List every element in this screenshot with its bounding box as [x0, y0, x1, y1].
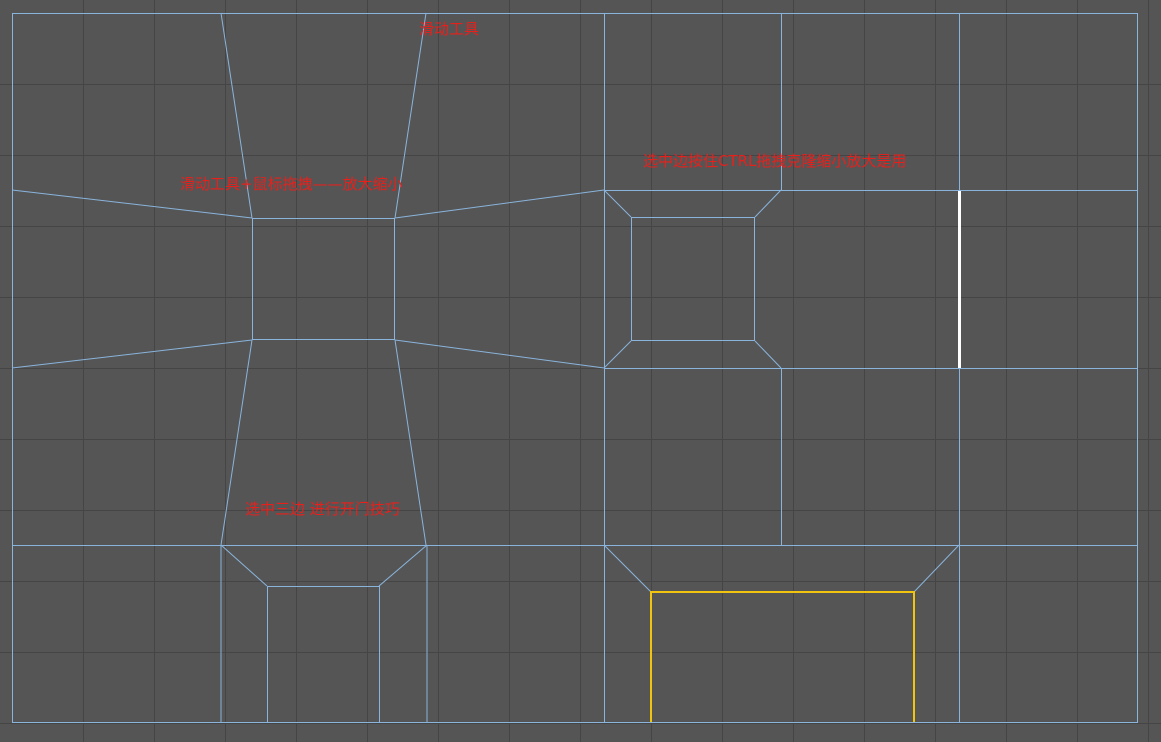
note-slide-drag-scale: 滑动工具+鼠标拖拽——放大缩小: [180, 175, 403, 193]
mesh-edge: [754, 189, 782, 218]
mesh-wireframe[interactable]: [0, 0, 1161, 742]
mesh-edge: [603, 189, 632, 218]
mesh-edge: [394, 339, 605, 369]
mesh-inset-face: [631, 217, 755, 341]
mesh-edge: [754, 340, 782, 369]
mesh-edge: [378, 544, 428, 587]
mesh-door-opening: [267, 586, 380, 722]
mesh-edge: [394, 189, 605, 219]
note-slide-tool: 滑动工具: [419, 20, 480, 38]
mesh-edge: [603, 544, 652, 593]
mesh-center-face: [252, 218, 395, 340]
mesh-edge: [220, 544, 268, 587]
mesh-edge: [913, 544, 960, 593]
mesh-edge: [603, 340, 632, 369]
mesh-edge: [11, 339, 253, 369]
note-ctrl-clone: 选中边按住CTRL拖拽克隆缩小放大是用: [643, 152, 907, 170]
selected-edge-loop: [650, 591, 915, 722]
mesh-edge: [11, 189, 253, 219]
3d-viewport[interactable]: 滑动工具 滑动工具+鼠标拖拽——放大缩小 选中边按住CTRL拖拽克隆缩小放大是用…: [0, 0, 1161, 742]
note-three-edges-door: 选中三边 进行开门技巧: [245, 500, 400, 518]
